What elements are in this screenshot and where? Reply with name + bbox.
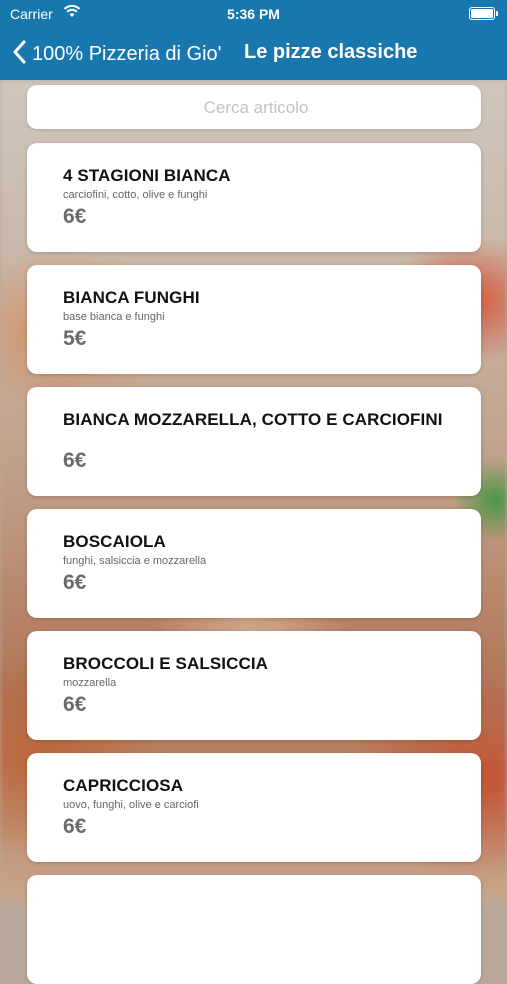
product-name: BIANCA MOZZARELLA, COTTO E CARCIOFINI (63, 410, 443, 429)
product-description: carciofini, cotto, olive e funghi (63, 189, 208, 201)
status-bar: Carrier 5:36 PM (0, 0, 507, 28)
product-card[interactable]: CAPRICCIOSA uovo, funghi, olive e carcio… (27, 753, 481, 862)
search-bar (27, 85, 485, 131)
product-name: CAPRICCIOSA (63, 776, 184, 795)
product-description: uovo, funghi, olive e carciofi (63, 799, 199, 811)
product-card-partial[interactable] (27, 875, 481, 984)
search-input[interactable] (27, 85, 485, 131)
product-name: BROCCOLI E SALSICCIA (63, 654, 269, 673)
product-card[interactable]: 4 STAGIONI BIANCA carciofini, cotto, oli… (27, 143, 481, 252)
clock: 5:36 PM (227, 6, 280, 22)
back-button-label: 100% Pizzeria di Gio' (32, 43, 222, 65)
product-card[interactable]: BIANCA FUNGHI base bianca e funghi 5€ (27, 265, 481, 374)
product-description: base bianca e funghi (63, 311, 165, 323)
chevron-left-icon (12, 40, 26, 69)
back-button[interactable]: 100% Pizzeria di Gio' (12, 40, 221, 69)
product-card[interactable]: BROCCOLI E SALSICCIA mozzarella 6€ (27, 631, 481, 740)
product-card[interactable]: BIANCA MOZZARELLA, COTTO E CARCIOFINI 6€ (27, 387, 481, 496)
product-name: 4 STAGIONI BIANCA (63, 166, 231, 185)
product-price: 6€ (63, 449, 87, 472)
product-name: BOSCAIOLA (63, 532, 166, 551)
product-price: 5€ (63, 327, 87, 350)
product-description: funghi, salsiccia e mozzarella (63, 555, 207, 567)
product-price: 6€ (63, 693, 87, 716)
product-price: 6€ (63, 205, 87, 228)
battery-icon (469, 7, 498, 20)
product-price: 6€ (63, 571, 87, 594)
navigation-bar: 100% Pizzeria di Gio' Le pizze classiche (0, 28, 507, 80)
product-description: mozzarella (63, 677, 117, 689)
product-name: BIANCA FUNGHI (63, 288, 200, 307)
product-price: 6€ (63, 815, 87, 838)
page-title: Le pizze classiche (244, 41, 418, 63)
product-card[interactable]: BOSCAIOLA funghi, salsiccia e mozzarella… (27, 509, 481, 618)
